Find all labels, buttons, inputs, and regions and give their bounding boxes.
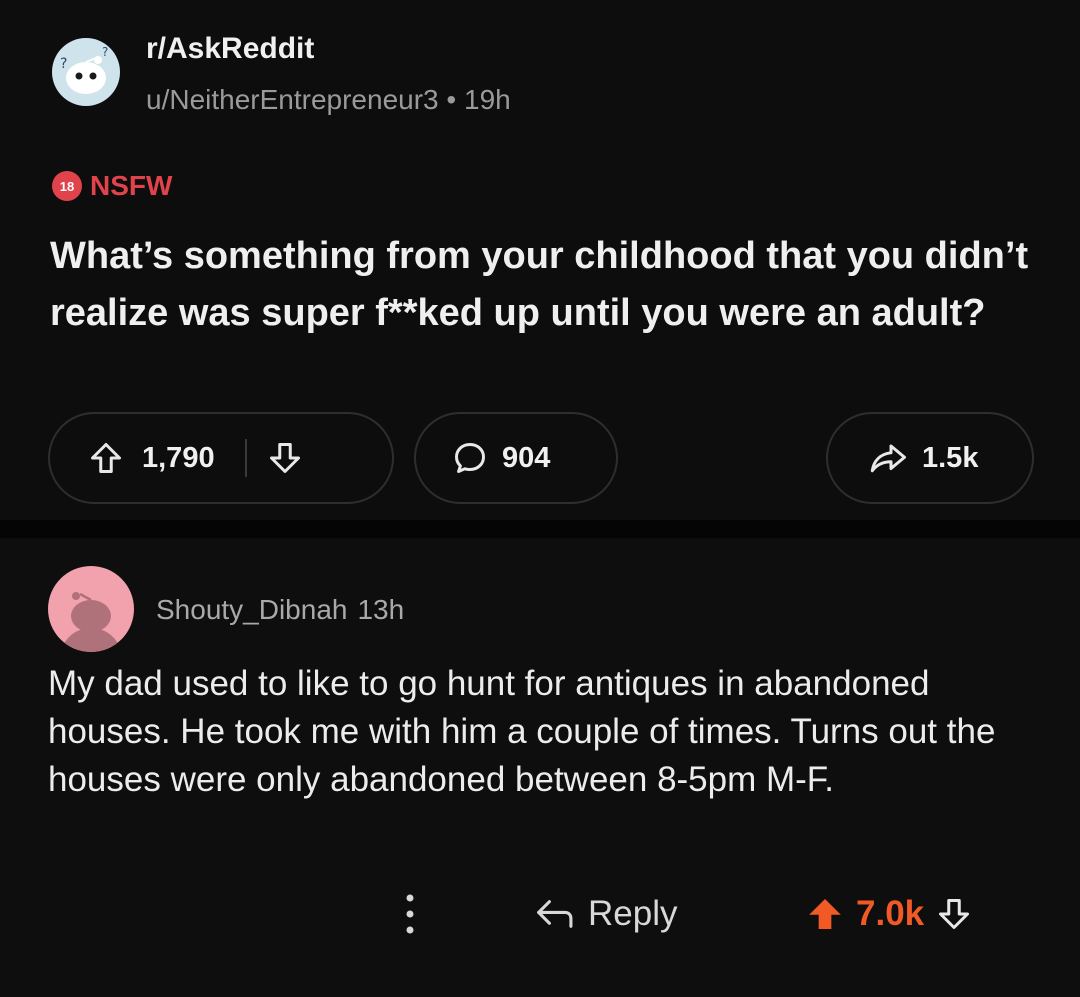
post-card: ? ? r/AskReddit u/NeitherEntrepreneur3 •… <box>0 0 1080 520</box>
reply-label: Reply <box>588 894 678 933</box>
meta-separator: • <box>446 84 457 115</box>
downvote-icon[interactable] <box>936 896 972 932</box>
vote-divider <box>244 439 247 477</box>
comment-count: 904 <box>502 441 551 474</box>
post-age: 19h <box>464 84 511 115</box>
post-author[interactable]: u/NeitherEntrepreneur3 <box>146 84 439 115</box>
comment-author[interactable]: Shouty_Dibnah <box>156 594 347 625</box>
svg-text:?: ? <box>60 56 67 72</box>
post-title[interactable]: What’s something from your childhood tha… <box>50 228 1040 342</box>
comment-bubble-icon <box>452 440 488 476</box>
comment-body: My dad used to like to go hunt for antiq… <box>48 664 996 799</box>
subreddit-name[interactable]: r/AskReddit <box>146 32 314 66</box>
nsfw-18-icon: 18 <box>52 171 82 201</box>
more-dots-icon[interactable] <box>400 890 420 938</box>
reply-button[interactable]: Reply <box>534 894 677 934</box>
upvote-icon[interactable] <box>88 440 124 476</box>
comment-vote-bar: 7.0k <box>806 894 972 934</box>
downvote-icon[interactable] <box>267 440 303 476</box>
share-arrow-icon <box>868 440 908 476</box>
nsfw-label: NSFW <box>90 170 173 201</box>
svg-text:?: ? <box>102 45 108 59</box>
vote-bar: 1,790 <box>48 412 394 504</box>
comments-button[interactable]: 904 <box>414 412 618 504</box>
nsfw-tag: 18 NSFW <box>52 170 172 202</box>
reply-arrow-icon <box>534 897 574 931</box>
share-button[interactable]: 1.5k <box>826 412 1034 504</box>
share-count: 1.5k <box>922 441 979 474</box>
comment-meta: Shouty_Dibnah 13h <box>156 594 404 626</box>
comment-card: Shouty_Dibnah 13h My dad used to like to … <box>0 538 1080 997</box>
upvote-count: 1,790 <box>142 441 215 474</box>
post-meta: u/NeitherEntrepreneur3 • 19h <box>146 84 511 116</box>
section-divider <box>0 520 1080 538</box>
user-avatar-icon[interactable] <box>48 566 134 652</box>
comment-age: 13h <box>357 594 405 625</box>
subreddit-avatar-icon[interactable]: ? ? <box>52 38 120 106</box>
comment-score: 7.0k <box>856 894 925 933</box>
upvote-filled-icon[interactable] <box>806 895 844 933</box>
